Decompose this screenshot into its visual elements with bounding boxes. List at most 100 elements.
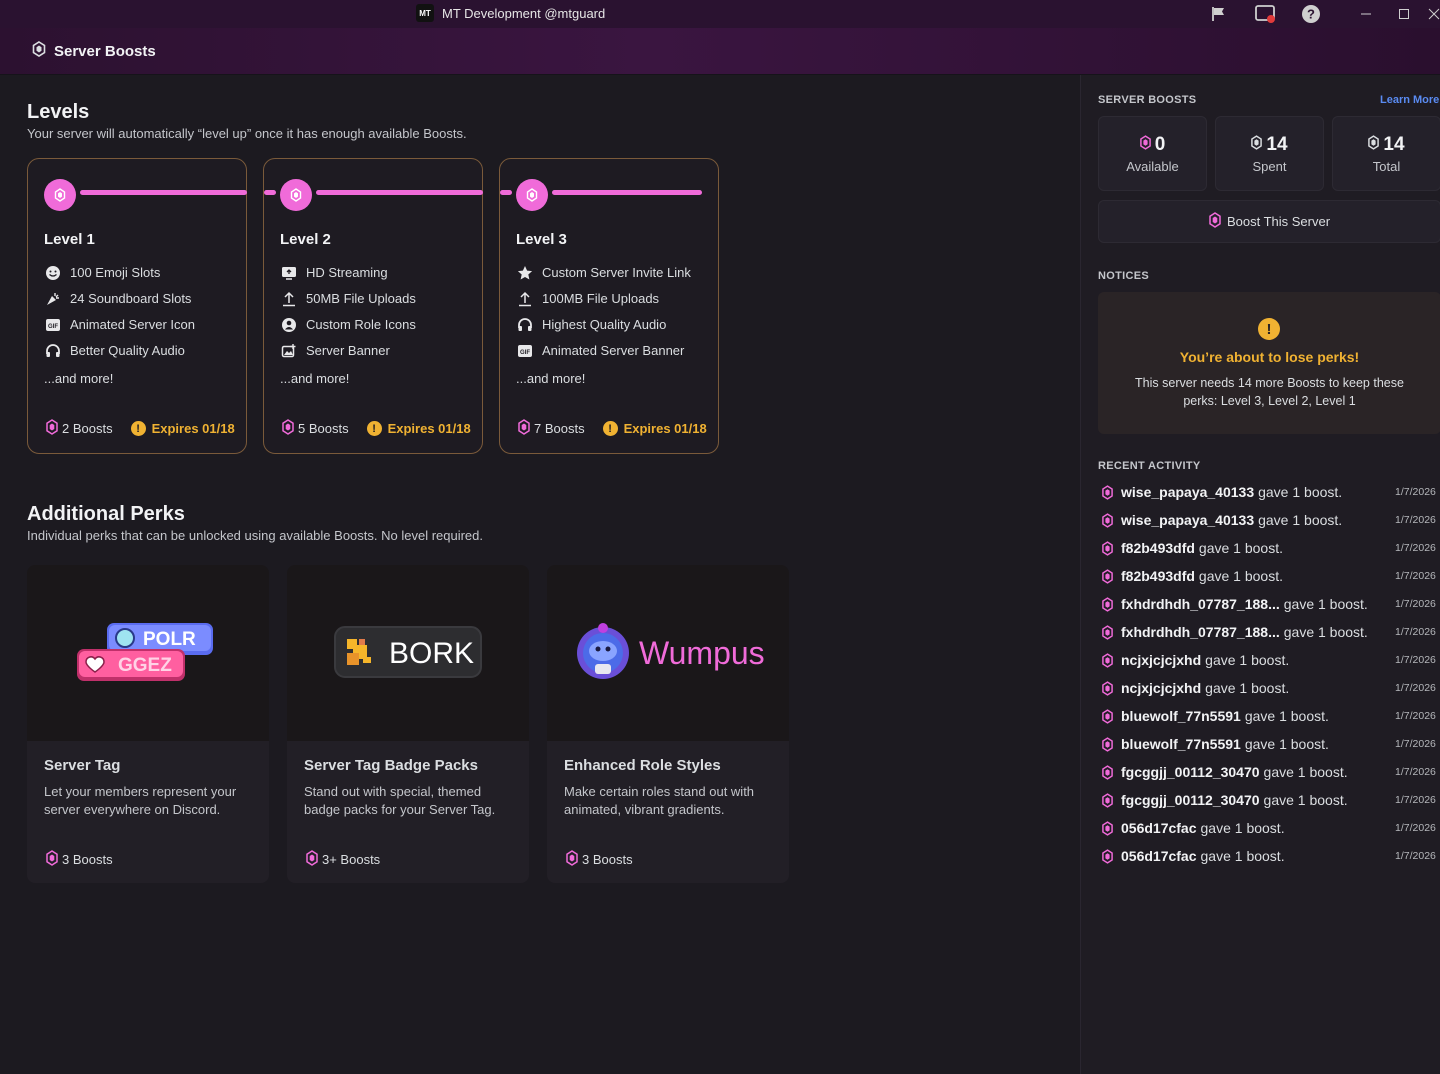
perk-item: 24 Soundboard Slots — [44, 290, 191, 307]
level-label: Level 2 — [280, 231, 331, 248]
maximize-icon[interactable] — [1392, 2, 1416, 26]
perk-label: Server Banner — [306, 343, 390, 358]
activity-user[interactable]: ncjxjcjcjxhd — [1121, 652, 1201, 668]
activity-user[interactable]: wise_papaya_40133 — [1121, 512, 1254, 528]
boost-gem-icon — [1098, 511, 1116, 529]
page-header: Server Boosts — [0, 28, 1440, 75]
more-perks-text: ...and more! — [516, 371, 586, 386]
activity-action: gave 1 boost. — [1258, 512, 1343, 528]
window-title: MT MT Development @mtguard — [416, 4, 605, 22]
perk-card-server-tag[interactable]: POLR GGEZ Server Tag Let your members re… — [27, 565, 269, 883]
perk-item: Custom Role Icons — [280, 316, 416, 333]
minimize-icon[interactable] — [1354, 2, 1378, 26]
activity-user[interactable]: f82b493dfd — [1121, 540, 1195, 556]
activity-date: 1/7/2026 — [1395, 598, 1436, 610]
activity-row: f82b493dfd gave 1 boost. 1/7/2026 — [1098, 536, 1440, 560]
perk-label: Custom Role Icons — [306, 317, 416, 332]
perk-cost-label: 3 Boosts — [62, 852, 113, 867]
warning-icon: ! — [366, 421, 382, 436]
perk-item: 100MB File Uploads — [516, 290, 659, 307]
perk-label: Custom Server Invite Link — [542, 265, 691, 280]
app-logo: MT — [416, 4, 434, 22]
perk-item: Custom Server Invite Link — [516, 264, 691, 281]
activity-user[interactable]: fgcggjj_00112_30470 — [1121, 764, 1260, 780]
boost-sidebar: SERVER BOOSTS Learn More 0 Available 14 … — [1080, 75, 1440, 1074]
activity-row: 056d17cfac gave 1 boost. 1/7/2026 — [1098, 844, 1440, 868]
expiry-notice: ! Expires 01/18 — [366, 421, 471, 436]
close-icon[interactable] — [1428, 2, 1440, 26]
expiry-text: Expires 01/18 — [387, 421, 471, 436]
activity-action: gave 1 boost. — [1263, 764, 1348, 780]
more-perks-text: ...and more! — [280, 371, 350, 386]
perk-card-role-styles[interactable]: Wumpus Enhanced Role Styles Make certain… — [547, 565, 789, 883]
perk-cost-label: 3 Boosts — [582, 852, 633, 867]
levels-subtitle: Your server will automatically “level up… — [27, 126, 467, 141]
level-card-footer: 7 Boosts ! Expires 01/18 — [518, 419, 707, 438]
boost-button-label: Boost This Server — [1226, 214, 1331, 229]
stat-number: 14 — [1383, 133, 1405, 155]
activity-row: f82b493dfd gave 1 boost. 1/7/2026 — [1098, 564, 1440, 588]
badge-pack-illustration: BORK — [287, 565, 529, 741]
flag-icon[interactable] — [1207, 2, 1231, 26]
activity-date: 1/7/2026 — [1395, 710, 1436, 722]
activity-user[interactable]: fxhdrdhdh_07787_188... — [1121, 596, 1280, 612]
stat-value: 14 — [1251, 133, 1288, 156]
help-icon[interactable]: ? — [1299, 2, 1323, 26]
headphones-icon — [44, 342, 61, 359]
level-card-footer: 2 Boosts ! Expires 01/18 — [46, 419, 235, 438]
activity-user[interactable]: fxhdrdhdh_07787_188... — [1121, 624, 1280, 640]
activity-row: fxhdrdhdh_07787_188... gave 1 boost. 1/7/2… — [1098, 620, 1440, 644]
activity-user[interactable]: fgcggjj_00112_30470 — [1121, 792, 1260, 808]
star-icon — [516, 264, 533, 281]
activity-date: 1/7/2026 — [1395, 766, 1436, 778]
perk-item: Server Banner — [280, 342, 390, 359]
stat-number: 14 — [1266, 133, 1288, 155]
image-icon — [280, 342, 297, 359]
soundboard-icon — [44, 290, 61, 307]
notice-body: This server needs 14 more Boosts to keep… — [1135, 376, 1404, 408]
stat-label: Spent — [1252, 158, 1287, 174]
activity-user[interactable]: 056d17cfac — [1121, 820, 1197, 836]
activity-row: bluewolf_77n5591 gave 1 boost. 1/7/2026 — [1098, 732, 1440, 756]
perk-card-description: Stand out with special, themed badge pac… — [304, 784, 496, 817]
screen-share-icon — [280, 264, 297, 281]
activity-user[interactable]: f82b493dfd — [1121, 568, 1195, 584]
activity-user[interactable]: bluewolf_77n5591 — [1121, 708, 1241, 724]
stat-spent: 14 Spent — [1215, 116, 1324, 191]
boost-this-server-button[interactable]: Boost This Server — [1098, 200, 1440, 243]
emoji-icon — [44, 264, 61, 281]
boost-gem-icon — [1098, 539, 1116, 557]
level-progress-bar — [264, 190, 276, 195]
stat-number: 0 — [1154, 133, 1166, 155]
perk-card-badge-packs[interactable]: BORK Server Tag Badge Packs Stand out wi… — [287, 565, 529, 883]
activity-date: 1/7/2026 — [1395, 654, 1436, 666]
notice-title: You’re about to lose perks! — [1179, 349, 1360, 365]
warning-icon: ! — [602, 421, 618, 436]
boost-gem-icon — [280, 179, 312, 211]
boost-gem-icon — [1098, 707, 1116, 725]
activity-action: gave 1 boost. — [1258, 484, 1343, 500]
boost-gem-icon — [44, 179, 76, 211]
gif-icon: GIF — [516, 342, 533, 359]
boost-gem-icon — [1098, 483, 1116, 501]
screen-share-icon[interactable] — [1253, 2, 1277, 26]
activity-user[interactable]: ncjxjcjcjxhd — [1121, 680, 1201, 696]
level-progress-bar — [316, 190, 483, 195]
level-card: Level 2 HD Streaming 50MB File Uploads C… — [263, 158, 483, 454]
perk-label: HD Streaming — [306, 265, 388, 280]
boost-gem-icon — [1139, 134, 1151, 156]
gif-icon: GIF — [44, 316, 61, 333]
perk-card-cost: 3 Boosts — [566, 850, 633, 869]
learn-more-link[interactable]: Learn More — [1380, 94, 1439, 106]
boost-gem-icon — [1251, 134, 1263, 156]
boost-cost: 7 Boosts — [534, 421, 585, 436]
perk-item: HD Streaming — [280, 264, 388, 281]
boost-gem-icon — [566, 850, 578, 869]
expiry-notice: ! Expires 01/18 — [602, 421, 707, 436]
activity-user[interactable]: wise_papaya_40133 — [1121, 484, 1254, 500]
activity-action: gave 1 boost. — [1200, 848, 1285, 864]
activity-user[interactable]: 056d17cfac — [1121, 848, 1197, 864]
activity-user[interactable]: bluewolf_77n5591 — [1121, 736, 1241, 752]
boost-gem-icon — [1098, 679, 1116, 697]
additional-perks-title: Additional Perks — [27, 503, 185, 525]
